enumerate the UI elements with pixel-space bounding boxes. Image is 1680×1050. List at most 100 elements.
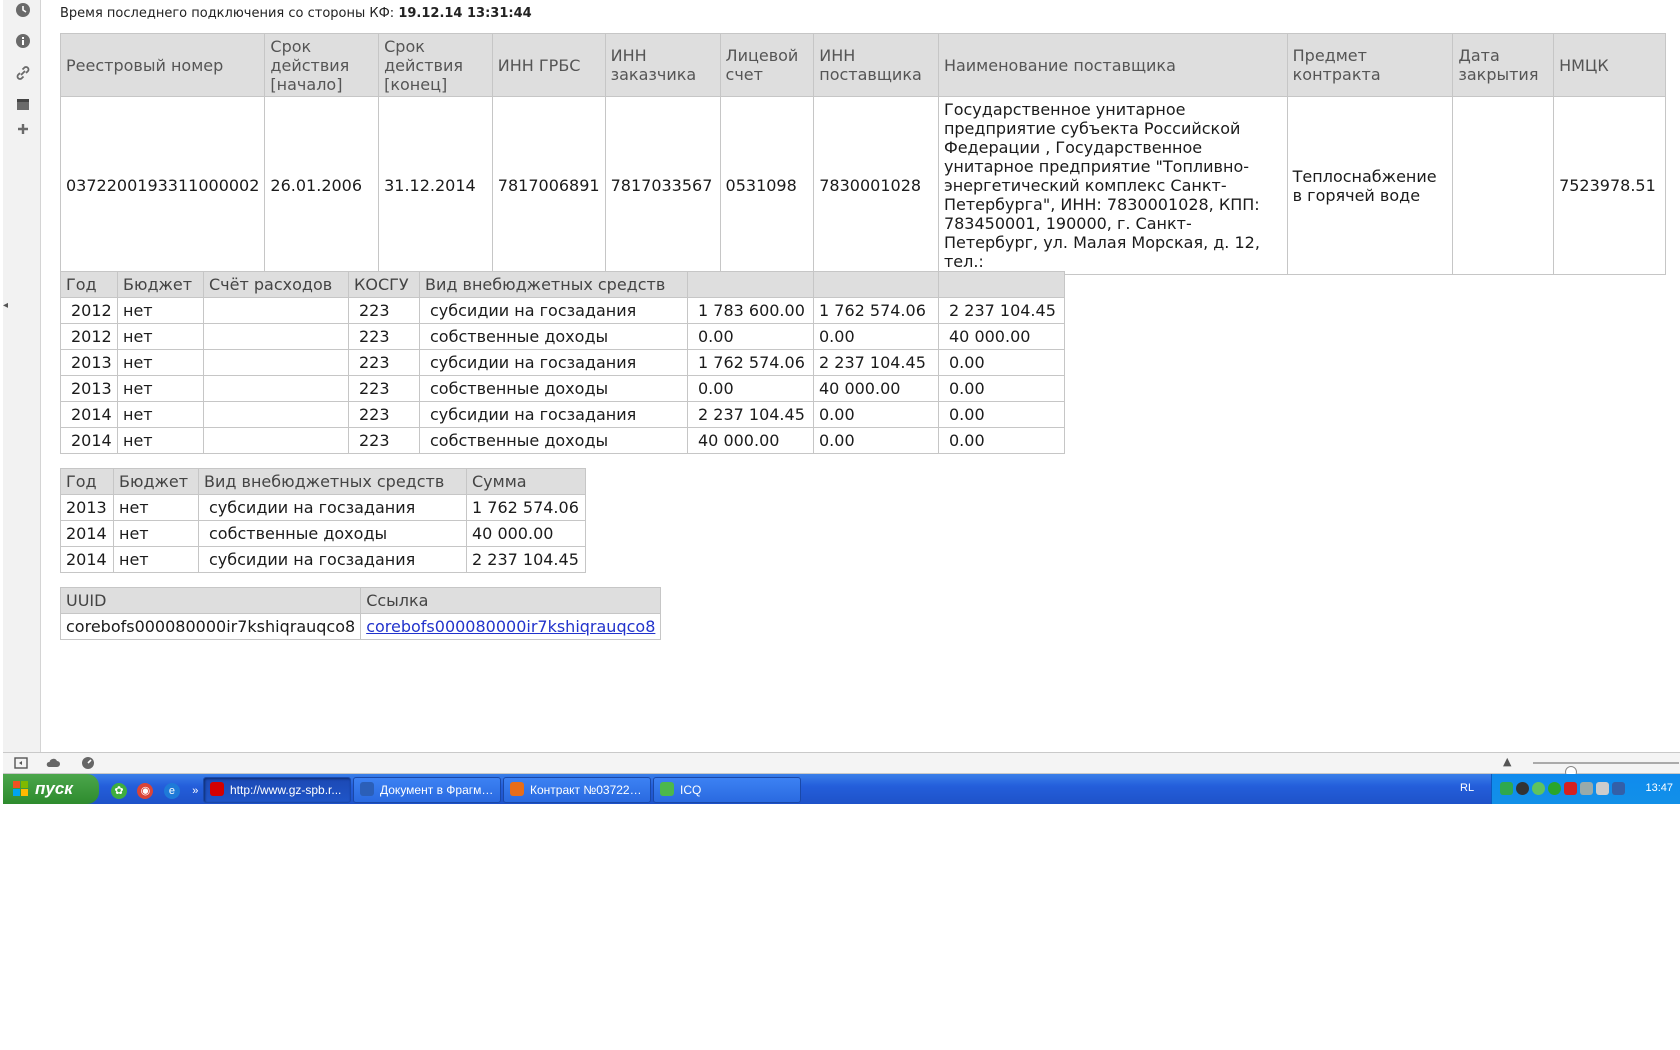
tray-icq-icon[interactable] bbox=[1532, 782, 1545, 795]
table-row: 2014 нет собственные доходы 40 000.00 bbox=[60, 520, 586, 547]
expense-account-cell bbox=[203, 427, 349, 454]
amount-cell: 40 000.00 bbox=[813, 375, 939, 402]
inn-grbs: 7817006891 bbox=[491, 96, 606, 275]
volume-icon[interactable] bbox=[1596, 782, 1609, 795]
zoom-slider[interactable] bbox=[1533, 762, 1679, 778]
col-expense-account: Счёт расходов bbox=[203, 271, 349, 298]
table-row: 2013 нет субсидии на госзадания 1 762 574.0… bbox=[60, 494, 586, 521]
col-start-date: Срок действия [начало] bbox=[264, 33, 380, 97]
history-icon[interactable] bbox=[15, 2, 31, 18]
network-icon[interactable] bbox=[1580, 782, 1593, 795]
amount-cell: 2 237 104.45 bbox=[813, 349, 939, 376]
col-end-date: Срок действия [конец] bbox=[378, 33, 493, 97]
start-button[interactable]: пуск bbox=[3, 774, 99, 804]
amount-cell: 0.00 bbox=[938, 401, 1065, 428]
kosgu-cell: 223 bbox=[348, 375, 420, 402]
connection-label: Время последнего подключения со стороны … bbox=[60, 6, 395, 21]
left-sidebar: ◂ bbox=[3, 0, 41, 753]
expense-account-cell bbox=[203, 323, 349, 350]
subject: Теплоснабжение в горячей воде bbox=[1286, 96, 1454, 275]
link-icon[interactable] bbox=[15, 65, 31, 81]
windows-logo-icon bbox=[13, 781, 29, 797]
kaspersky-icon[interactable] bbox=[1564, 782, 1577, 795]
col-fund-type: Вид внебюджетных средств bbox=[198, 468, 467, 495]
icq-quick-icon[interactable]: ✿ bbox=[111, 783, 127, 799]
amount-cell: 1 783 600.00 bbox=[687, 297, 814, 324]
tray-a-icon[interactable] bbox=[1500, 782, 1513, 795]
table-row: 2014 нет 223 собственные доходы 40 000.00 0.0… bbox=[60, 427, 1065, 454]
task-label: ICQ bbox=[680, 783, 702, 797]
add-icon[interactable] bbox=[15, 121, 31, 137]
year-cell: 2013 bbox=[60, 494, 114, 521]
info-icon[interactable] bbox=[15, 33, 31, 49]
start-date: 26.01.2006 bbox=[264, 96, 380, 275]
expense-account-cell bbox=[203, 375, 349, 402]
col-sum: Сумма bbox=[466, 468, 586, 495]
speed-icon[interactable] bbox=[80, 755, 96, 771]
registry-number: 0372200193311000002 bbox=[59, 96, 266, 275]
task-button[interactable]: Документ в Фрагме... bbox=[353, 777, 501, 803]
table-row: 2013 нет 223 собственные доходы 0.00 40 000.0… bbox=[60, 375, 1065, 402]
fund-type-cell: собственные доходы bbox=[419, 323, 688, 350]
col-uuid: UUID bbox=[59, 587, 362, 614]
uuid-value: corebofs000080000ir7kshiqrauqco8 bbox=[59, 613, 362, 640]
monitor-icon[interactable] bbox=[1612, 782, 1625, 795]
col-inn-customer: ИНН заказчика bbox=[604, 33, 721, 97]
col-amount-3 bbox=[938, 271, 1065, 298]
more-chevron-icon[interactable]: » bbox=[190, 783, 200, 799]
system-tray: 13:47 bbox=[1491, 774, 1680, 804]
task-button[interactable]: Контракт №037220... bbox=[503, 777, 651, 803]
end-date: 31.12.2014 bbox=[378, 96, 493, 275]
col-registry-number: Реестровый номер bbox=[59, 33, 266, 97]
sum-cell: 40 000.00 bbox=[466, 520, 586, 547]
chrome-icon[interactable]: ◉ bbox=[137, 783, 154, 799]
col-close-date: Дата закрытия bbox=[1452, 33, 1555, 97]
collapse-arrow-icon[interactable]: ◂ bbox=[3, 300, 9, 312]
clock[interactable]: 13:47 bbox=[1645, 782, 1673, 794]
task-button[interactable]: http://www.gz-spb.r... bbox=[203, 777, 351, 803]
tray-circle-icon[interactable] bbox=[1516, 782, 1529, 795]
cloud-icon[interactable] bbox=[45, 755, 61, 771]
sum-cell: 1 762 574.06 bbox=[466, 494, 586, 521]
inn-customer: 7817033567 bbox=[604, 96, 721, 275]
amount-cell: 1 762 574.06 bbox=[687, 349, 814, 376]
budget-cell: нет bbox=[117, 401, 204, 428]
col-inn-supplier: ИНН поставщика bbox=[813, 33, 939, 97]
table-row: 2013 нет 223 субсидии на госзадания 1 762 57… bbox=[60, 349, 1065, 376]
calendar-icon[interactable] bbox=[15, 96, 31, 112]
fund-type-cell: субсидии на госзадания bbox=[419, 401, 688, 428]
tray-green-icon[interactable] bbox=[1548, 782, 1561, 795]
panel-toggle-icon[interactable] bbox=[13, 755, 29, 771]
table-row: 2012 нет 223 собственные доходы 0.00 0.00 40 0… bbox=[60, 323, 1065, 350]
amount-cell: 0.00 bbox=[687, 375, 814, 402]
expense-account-cell bbox=[203, 349, 349, 376]
ie-icon[interactable]: e bbox=[163, 783, 180, 799]
col-account: Лицевой счет bbox=[719, 33, 815, 97]
amount-cell: 0.00 bbox=[813, 401, 939, 428]
start-label: пуск bbox=[35, 779, 73, 798]
amount-cell: 0.00 bbox=[813, 323, 939, 350]
fund-type-cell: субсидии на госзадания bbox=[419, 297, 688, 324]
col-year: Год bbox=[60, 271, 118, 298]
col-inn-grbs: ИНН ГРБС bbox=[491, 33, 606, 97]
finance-header-row: Год Бюджет Счёт расходов КОСГУ Вид внебю… bbox=[60, 271, 1065, 298]
year-cell: 2012 bbox=[60, 323, 118, 350]
amount-cell: 0.00 bbox=[938, 349, 1065, 376]
account: 0531098 bbox=[719, 96, 815, 275]
task-button[interactable]: ICQ bbox=[653, 777, 801, 803]
amount-cell: 1 762 574.06 bbox=[813, 297, 939, 324]
language-indicator[interactable]: RL bbox=[1460, 782, 1474, 794]
col-fund-type: Вид внебюджетных средств bbox=[419, 271, 688, 298]
sums-table: Год Бюджет Вид внебюджетных средств Сумм… bbox=[60, 468, 586, 573]
uuid-link[interactable]: corebofs000080000ir7kshiqrauqco8 bbox=[366, 617, 655, 636]
zoom-up-icon[interactable]: ▲ bbox=[1503, 755, 1511, 768]
fund-type-cell: субсидии на госзадания bbox=[198, 494, 467, 521]
year-cell: 2013 bbox=[60, 375, 118, 402]
budget-cell: нет bbox=[117, 375, 204, 402]
col-supplier-name: Наименование поставщика bbox=[937, 33, 1288, 97]
col-subject: Предмет контракта bbox=[1286, 33, 1454, 97]
uuid-header-row: UUID Ссылка bbox=[59, 587, 662, 614]
budget-cell: нет bbox=[117, 427, 204, 454]
opera-icon bbox=[210, 782, 224, 796]
col-link: Ссылка bbox=[360, 587, 662, 614]
